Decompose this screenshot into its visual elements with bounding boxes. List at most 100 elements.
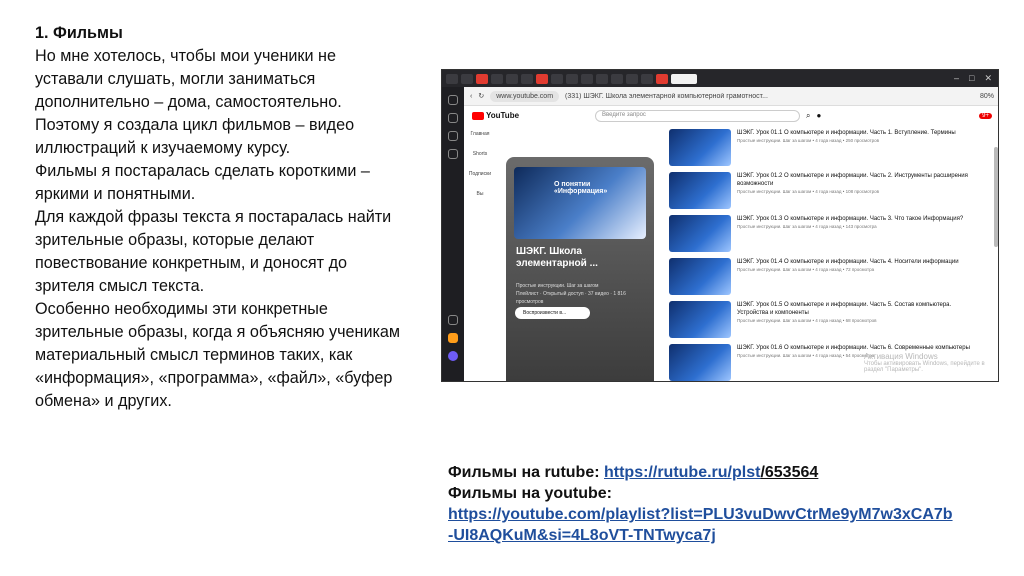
slide-paragraph: Особенно необходимы эти конкретные зрите… — [35, 300, 401, 410]
tab[interactable] — [551, 73, 563, 84]
tab[interactable] — [476, 73, 488, 84]
playlist-meta: Простые инструкции. Шаг за шагом Плейлис… — [516, 282, 644, 306]
rutube-label: Фильмы на rutube: — [448, 464, 600, 481]
youtube-link-continued[interactable]: -UI8AQKuM&si=4L8oVT-TNTwyca7j — [448, 527, 716, 544]
plus-icon[interactable] — [448, 315, 458, 325]
slide-heading: 1. Фильмы — [35, 24, 123, 42]
video-row[interactable]: ШЭКГ. Урок 01.3 О компьютере и информаци… — [669, 215, 994, 258]
youtube-logo-text: YouTube — [486, 111, 520, 120]
activation-text: Чтобы активировать Windows, перейдите в … — [864, 361, 985, 373]
video-row[interactable]: ШЭКГ. Урок 01.1 О компьютере и информаци… — [669, 129, 994, 172]
video-title[interactable]: ШЭКГ. Урок 01.1 О компьютере и информаци… — [737, 129, 977, 137]
sidebar-icon[interactable] — [448, 149, 458, 159]
scrollbar[interactable] — [994, 147, 998, 247]
url-field[interactable]: www.youtube.com — [490, 90, 560, 102]
page-title: (331) ШЭКГ. Школа элементарной компьютер… — [565, 92, 768, 100]
video-title[interactable]: ШЭКГ. Урок 01.2 О компьютере и информаци… — [737, 172, 977, 188]
video-row[interactable]: ШЭКГ. Урок 01.2 О компьютере и информаци… — [669, 172, 994, 215]
nav-you[interactable]: Вы — [464, 191, 496, 197]
youtube-link-line2[interactable]: -UI8AQKuM&si=4L8oVT-TNTwyca7j — [448, 525, 1008, 546]
sidebar-icon[interactable] — [448, 113, 458, 123]
tab[interactable] — [656, 73, 668, 84]
notifications-badge[interactable]: 9+ — [979, 112, 992, 119]
tab[interactable] — [506, 73, 518, 84]
assistant-icon[interactable] — [448, 351, 458, 361]
back-icon[interactable]: ‹ — [470, 93, 472, 100]
tab[interactable] — [626, 73, 638, 84]
youtube-label: Фильмы на youtube: — [448, 485, 612, 502]
video-thumbnail[interactable] — [669, 129, 731, 166]
slide-paragraph: Фильмы я постаралась сделать короткими –… — [35, 162, 370, 203]
window-controls: – □ ✕ — [954, 73, 998, 84]
browser-tab-bar: – □ ✕ — [442, 70, 998, 87]
tab[interactable] — [581, 73, 593, 84]
browser-sidebar — [442, 87, 464, 381]
maximize-icon[interactable]: □ — [969, 73, 974, 84]
reload-icon[interactable]: ↻ — [478, 92, 484, 100]
playlist-stats: Плейлист · Открытый доступ · 37 видео · … — [516, 291, 626, 305]
video-meta: Простые инструкции. Шаг за шагом • 4 год… — [737, 138, 879, 143]
nav-subscriptions[interactable]: Подписки — [464, 171, 496, 177]
tab[interactable] — [596, 73, 608, 84]
browser-screenshot: – □ ✕ ‹ ↻ www.youtube.com (331) ШЭКГ. Шк… — [441, 69, 999, 382]
playlist-card: О понятии «Информация» ШЭКГ. Школа элеме… — [506, 157, 654, 381]
rutube-link[interactable]: https://rutube.ru/plst/653564 — [604, 464, 818, 481]
video-meta: Простые инструкции. Шаг за шагом • 4 год… — [737, 267, 875, 272]
app-icon[interactable] — [448, 333, 458, 343]
tab-active-youtube[interactable] — [671, 73, 697, 84]
slide-paragraph: Для каждой фразы текста я постаралась на… — [35, 208, 392, 295]
video-meta: Простые инструкции. Шаг за шагом • 4 год… — [737, 318, 877, 323]
nav-shorts[interactable]: Shorts — [464, 151, 496, 157]
sidebar-icon[interactable] — [448, 131, 458, 141]
video-title[interactable]: ШЭКГ. Урок 01.6 О компьютере и информаци… — [737, 344, 977, 352]
slide-text: 1. Фильмы Но мне хотелось, чтобы мои уче… — [35, 22, 435, 413]
youtube-link-line1[interactable]: https://youtube.com/playlist?list=PLU3vu… — [448, 504, 1008, 525]
rutube-link-part2[interactable]: /653564 — [760, 464, 818, 481]
tab[interactable] — [566, 73, 578, 84]
sidebar-icon[interactable] — [448, 95, 458, 105]
video-title[interactable]: ШЭКГ. Урок 01.3 О компьютере и информаци… — [737, 215, 977, 223]
video-title[interactable]: ШЭКГ. Урок 01.4 О компьютере и информаци… — [737, 258, 977, 266]
tab[interactable] — [461, 73, 473, 84]
youtube-logo[interactable]: YouTube — [472, 111, 519, 120]
video-title[interactable]: ШЭКГ. Урок 01.5 О компьютере и информаци… — [737, 301, 977, 317]
tab[interactable] — [446, 73, 458, 84]
slide-paragraph: Но мне хотелось, чтобы мои ученики не ус… — [35, 47, 355, 157]
video-meta: Простые инструкции. Шаг за шагом • 4 год… — [737, 224, 877, 229]
tab[interactable] — [491, 73, 503, 84]
video-list: ШЭКГ. Урок 01.1 О компьютере и информаци… — [669, 129, 994, 381]
video-meta: Простые инструкции. Шаг за шагом • 4 год… — [737, 189, 879, 194]
close-icon[interactable]: ✕ — [984, 73, 992, 84]
rutube-link-part1[interactable]: https://rutube.ru/plst — [604, 464, 760, 481]
video-thumbnail[interactable] — [669, 172, 731, 209]
tab[interactable] — [611, 73, 623, 84]
video-thumbnail[interactable] — [669, 301, 731, 338]
playlist-channel[interactable]: Простые инструкции. Шаг за шагом — [516, 282, 644, 290]
activation-title: Активация Windows — [864, 352, 938, 361]
windows-activation-watermark: Активация Windows Чтобы активировать Win… — [864, 352, 994, 373]
tab[interactable] — [641, 73, 653, 84]
search-icon[interactable]: ⌕ — [806, 111, 810, 121]
browser-viewport: ‹ ↻ www.youtube.com (331) ШЭКГ. Школа эл… — [464, 87, 998, 381]
mic-icon[interactable]: ● — [817, 111, 822, 120]
links-block: Фильмы на rutube: https://rutube.ru/plst… — [448, 462, 1008, 546]
playlist-thumbnail[interactable]: О понятии «Информация» — [514, 167, 646, 239]
video-thumbnail[interactable] — [669, 215, 731, 252]
youtube-link[interactable]: https://youtube.com/playlist?list=PLU3vu… — [448, 506, 953, 523]
playlist-title[interactable]: ШЭКГ. Школа элементарной ... — [516, 246, 644, 270]
nav-home[interactable]: Главная — [464, 131, 496, 137]
tab[interactable] — [521, 73, 533, 84]
youtube-side-nav: Главная Shorts Подписки Вы — [464, 125, 496, 211]
tab[interactable] — [536, 73, 548, 84]
video-row[interactable]: ШЭКГ. Урок 01.5 О компьютере и информаци… — [669, 301, 994, 344]
video-row[interactable]: ШЭКГ. Урок 01.4 О компьютере и информаци… — [669, 258, 994, 301]
zoom-level[interactable]: 80% — [980, 93, 994, 100]
rutube-line: Фильмы на rutube: https://rutube.ru/plst… — [448, 462, 1008, 483]
search-input[interactable]: Введите запрос — [595, 109, 801, 122]
video-thumbnail[interactable] — [669, 344, 731, 381]
address-bar: ‹ ↻ www.youtube.com (331) ШЭКГ. Школа эл… — [464, 87, 998, 106]
play-all-button[interactable]: Воспроизвести в... — [515, 307, 590, 319]
youtube-header: YouTube Введите запрос ⌕ ● 9+ — [464, 106, 998, 125]
video-thumbnail[interactable] — [669, 258, 731, 295]
minimize-icon[interactable]: – — [954, 73, 959, 84]
